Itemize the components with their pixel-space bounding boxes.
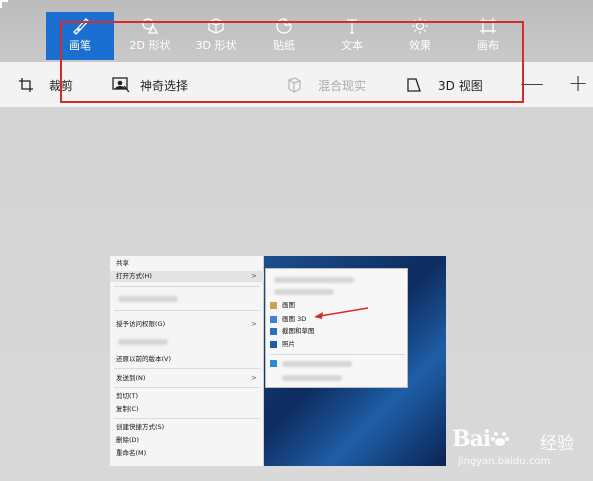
ctx-open-with[interactable]: 打开方式(H): [116, 271, 152, 282]
tab-stickers[interactable]: 贴纸: [250, 12, 318, 60]
embedded-screenshot: 共享 打开方式(H) > 授予访问权限(G) > 还原以前的版本(V) 发送到(…: [110, 256, 446, 466]
window-corner: [0, 0, 8, 8]
sub-toolbar: 裁剪 神奇选择 混合现实 3D 视图 — +: [0, 62, 593, 108]
snip-icon: [270, 328, 277, 335]
baidu-watermark: Bai 经验 jingyan.baidu.com: [452, 424, 592, 474]
ctx-separator: [114, 286, 260, 287]
open-with-submenu: 画图 画图 3D 截图和草图 照片: [265, 268, 408, 388]
canvas-icon: [454, 17, 522, 39]
ctx-blurred-item: [118, 339, 168, 345]
ctx-separator: [114, 387, 260, 388]
crop-icon: [19, 78, 33, 92]
chevron-right-icon: >: [251, 320, 257, 328]
ctx-separator: [114, 418, 260, 419]
ctx-send-to[interactable]: 发送到(N): [116, 373, 145, 384]
ctx-share[interactable]: 共享: [116, 258, 129, 269]
tab-label: 贴纸: [273, 39, 295, 52]
crop-label: 裁剪: [49, 78, 74, 93]
mixed-reality-icon: [288, 77, 301, 93]
watermark-brand: Bai: [452, 426, 510, 452]
chevron-right-icon: >: [251, 374, 257, 382]
3d-view-label: 3D 视图: [438, 78, 483, 93]
tab-label: 画布: [477, 39, 499, 52]
zoom-out-button[interactable]: —: [520, 71, 544, 96]
ctx-delete[interactable]: 删除(D): [116, 435, 139, 446]
context-menu: 共享 打开方式(H) > 授予访问权限(G) > 还原以前的版本(V) 发送到(…: [110, 256, 264, 466]
mixed-reality-button[interactable]: 混合现实: [286, 75, 366, 95]
tab-effects[interactable]: 效果: [386, 12, 454, 60]
tab-label: 效果: [409, 39, 431, 52]
paint-icon: [270, 302, 277, 309]
effects-icon: [386, 17, 454, 39]
submenu-blurred-item: [282, 375, 342, 381]
ctx-cut[interactable]: 剪切(T): [116, 391, 138, 402]
submenu-paint[interactable]: 画图: [282, 300, 295, 310]
tab-label: 2D 形状: [129, 39, 171, 52]
shapes-2d-icon: [116, 17, 184, 39]
store-icon: [270, 360, 277, 367]
photos-icon: [270, 341, 277, 348]
top-ribbon: 画笔 2D 形状 3D 形状 贴纸 文本 效果 画布: [0, 0, 593, 62]
submenu-blurred-item: [274, 289, 334, 295]
ctx-blurred-item: [118, 296, 178, 302]
tab-label: 文本: [341, 39, 363, 52]
submenu-blurred-item: [274, 277, 354, 283]
paint-3d-icon: [270, 316, 277, 323]
mixed-reality-label: 混合现实: [318, 78, 367, 93]
sticker-icon: [250, 17, 318, 39]
red-arrow-annotation: [314, 307, 369, 319]
tab-text[interactable]: 文本: [318, 12, 386, 60]
tab-2d-shapes[interactable]: 2D 形状: [116, 12, 184, 60]
ctx-rename[interactable]: 重命名(M): [116, 448, 146, 459]
ctx-copy[interactable]: 复制(C): [116, 404, 139, 415]
ctx-restore[interactable]: 还原以前的版本(V): [116, 354, 171, 365]
ctx-give-access[interactable]: 授予访问权限(G): [116, 319, 165, 330]
tab-label: 画笔: [69, 39, 91, 52]
tab-label: 3D 形状: [195, 39, 237, 52]
watermark-url: jingyan.baidu.com: [458, 456, 551, 467]
3d-view-icon: [407, 78, 421, 92]
tab-canvas[interactable]: 画布: [454, 12, 522, 60]
submenu-photos[interactable]: 照片: [282, 339, 295, 349]
submenu-snip[interactable]: 截图和草图: [282, 326, 315, 336]
brush-icon: [46, 17, 114, 39]
paw-icon: [490, 426, 510, 452]
chevron-right-icon: >: [251, 272, 257, 280]
submenu-separator: [270, 354, 405, 355]
ctx-separator: [114, 310, 260, 311]
ctx-separator: [114, 368, 260, 369]
text-icon: [318, 17, 386, 39]
magic-select-button[interactable]: 神奇选择: [112, 75, 188, 95]
3d-view-button[interactable]: 3D 视图: [406, 75, 483, 95]
submenu-blurred-item: [282, 361, 352, 367]
submenu-paint-3d[interactable]: 画图 3D: [282, 314, 306, 324]
watermark-cn: 经验: [540, 434, 574, 454]
shapes-3d-icon: [182, 17, 250, 39]
tab-brushes[interactable]: 画笔: [46, 12, 114, 60]
tab-3d-shapes[interactable]: 3D 形状: [182, 12, 250, 60]
ctx-create-shortcut[interactable]: 创建快捷方式(S): [116, 422, 164, 433]
crop-button[interactable]: 裁剪: [18, 75, 73, 95]
magic-select-label: 神奇选择: [140, 78, 189, 93]
zoom-in-button[interactable]: +: [566, 71, 590, 96]
magic-select-icon: [112, 77, 130, 93]
